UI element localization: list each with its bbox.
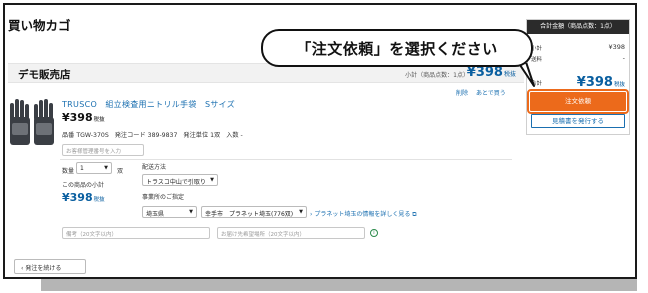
continue-ordering-button[interactable]: ‹ 発注を続ける	[14, 259, 86, 274]
page-title: 買い物カゴ	[8, 18, 71, 33]
continue-ordering-label: 発注を続ける	[25, 265, 62, 272]
shop-subtotal-price: ¥398税抜	[467, 65, 516, 80]
quantity-select[interactable]: 1 ▼	[76, 162, 112, 174]
delivery-location-input[interactable]: お届け先希望場所（20文字以内）	[217, 227, 365, 239]
office-label: 事業所のご指定	[142, 194, 185, 201]
spec-part-number: 品番 TGW-370S	[62, 132, 109, 139]
shipping-method-label: 配送方法	[142, 164, 167, 171]
shop-name: デモ販売店	[18, 69, 71, 81]
item-subtotal-label: この商品の小計	[62, 182, 105, 189]
quantity-value: 1	[80, 165, 84, 172]
shop-subtotal-label: 小計（商品点数：1点）	[405, 72, 469, 79]
product-price-value: ¥398	[62, 111, 93, 124]
shipping-method-value: トラスコ中山で引取り	[146, 179, 206, 186]
note-input[interactable]: 備考（20文字以内）	[62, 227, 210, 239]
summary-total-price: ¥398税抜	[577, 75, 625, 90]
divider	[60, 159, 512, 160]
item-actions: 削除 あとで買う	[456, 88, 512, 97]
info-icon[interactable]: i	[370, 229, 378, 237]
shipping-method-select[interactable]: トラスコ中山で引取り ▼	[142, 174, 218, 186]
quantity-unit: 双	[117, 168, 124, 175]
callout-text: 「注文依頼」を選択ください	[296, 40, 498, 58]
office-info-link-label: プラネット埼玉の情報を詳しく見る	[314, 211, 411, 218]
product-price: ¥398税抜	[62, 111, 105, 124]
office-value: 幸手市 プラネット埼玉(776双)	[205, 211, 294, 218]
instruction-callout: 「注文依頼」を選択ください	[261, 29, 533, 67]
product-name-link[interactable]: TRUSCO 組立検査用ニトリル手袋 Sサイズ	[62, 99, 235, 110]
screenshot-frame: 買い物カゴ デモ販売店 小計（商品点数：1点） ¥398税抜 削除 あとで買う …	[3, 3, 637, 279]
chevron-down-icon: ▼	[210, 177, 214, 183]
product-specs: 品番 TGW-370S 発注コード 389-9837 発注単位 1双 入数 -	[62, 130, 247, 139]
product-image[interactable]	[8, 97, 58, 149]
issue-estimate-button[interactable]: 見積書を発行する	[531, 114, 625, 128]
management-number-input[interactable]: お客様管理番号を入力	[62, 144, 144, 156]
summary-subtotal-value: ¥398	[608, 43, 625, 51]
prefecture-value: 埼玉県	[146, 211, 165, 218]
shop-subtotal-value: ¥398	[466, 65, 503, 80]
item-subtotal-tax: 税抜	[93, 197, 105, 203]
chevron-down-icon: ▼	[299, 209, 303, 215]
prefecture-select[interactable]: 埼玉県 ▼	[142, 206, 197, 218]
summary-shipping-value: -	[622, 54, 625, 62]
order-request-button[interactable]: 注文依頼	[527, 89, 629, 114]
summary-total-value: ¥398	[576, 75, 613, 90]
summary-header: 合計金額（商品点数：1点）	[527, 20, 629, 34]
external-link-icon: ⧉	[410, 211, 417, 218]
quantity-label: 数量	[62, 168, 75, 175]
spec-order-unit: 発注単位 1双	[183, 132, 221, 139]
chevron-down-icon: ▼	[189, 209, 193, 215]
summary-total-tax: 税抜	[613, 82, 625, 88]
product-price-tax: 税抜	[93, 117, 105, 123]
delete-link[interactable]: 削除	[456, 90, 468, 97]
order-summary-panel: 合計金額（商品点数：1点） 小計 ¥398 送料 - 合計 ¥398税抜 注文依…	[526, 19, 630, 135]
buy-later-link[interactable]: あとで買う	[476, 90, 506, 97]
spec-order-code: 発注コード 389-9837	[114, 132, 178, 139]
office-info-link[interactable]: › プラネット埼玉の情報を詳しく見る ⧉	[310, 209, 417, 219]
spec-quantity-per-pack: 入数 -	[226, 132, 243, 139]
office-select[interactable]: 幸手市 プラネット埼玉(776双) ▼	[201, 206, 307, 218]
item-subtotal-value: ¥398	[62, 191, 93, 204]
item-subtotal-price: ¥398税抜	[62, 191, 105, 204]
chevron-down-icon: ▼	[104, 165, 108, 171]
